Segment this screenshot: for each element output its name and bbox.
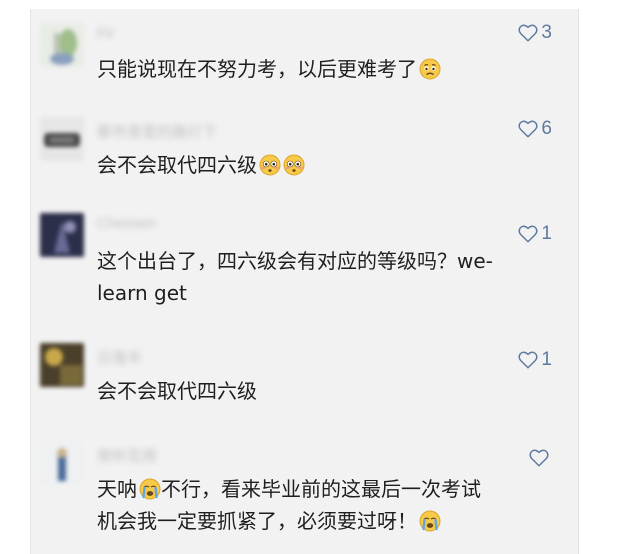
like-button[interactable]: 6 [518, 118, 552, 140]
comment-item: 都市夜里的路灯下 6 会不会取代四六级 [31, 101, 578, 201]
heart-outline-icon [518, 24, 538, 42]
comment-text-line: 机会我一定要抓紧了，必须要过呀！ [97, 505, 547, 537]
comment-item: Fir 3 只能说现在不努力考，以后更难考了 [31, 9, 578, 101]
username[interactable]: Chessen [97, 215, 156, 232]
comment-text: 会不会取代四六级 [97, 375, 547, 407]
like-count: 6 [541, 118, 552, 139]
like-count: 3 [541, 22, 552, 43]
like-count: 1 [541, 349, 552, 370]
avatar[interactable] [40, 213, 84, 257]
comment-text: 这个出台了，四六级会有对应的等级吗？we- learn get [97, 245, 547, 309]
comment-text: 会不会取代四六级 [97, 149, 547, 181]
comment-text-content: 不行，看来毕业前的这最后一次考试 [161, 477, 481, 501]
like-button[interactable]: 3 [518, 22, 552, 44]
comment-text: 天呐 不行，看来毕业前的这最后一次考试 机会我一定要抓紧了，必须要过呀！ [97, 473, 547, 537]
comment-text-line: learn get [97, 281, 187, 305]
username[interactable]: Fir [97, 25, 115, 42]
avatar[interactable] [40, 23, 84, 67]
comment-text-line: 天呐 不行，看来毕业前的这最后一次考试 [97, 473, 547, 505]
heart-outline-icon [518, 351, 538, 369]
like-button[interactable] [529, 449, 552, 467]
avatar[interactable] [40, 343, 84, 387]
username[interactable]: 都市夜里的路灯下 [97, 121, 217, 142]
crying-face-emoji [419, 510, 441, 532]
flushed-face-emoji [283, 154, 305, 176]
flushed-face-emoji [259, 154, 281, 176]
heart-outline-icon [518, 225, 538, 243]
comment-text-content: 只能说现在不努力考，以后更难考了 [97, 57, 417, 81]
comment-item: Chessen 1 这个出台了，四六级会有对应的等级吗？we- learn ge… [31, 201, 578, 331]
like-button[interactable]: 1 [518, 349, 552, 371]
avatar[interactable] [40, 117, 84, 161]
comment-text-line: 这个出台了，四六级会有对应的等级吗？we- [97, 249, 493, 273]
worried-face-emoji [419, 58, 441, 80]
username[interactable]: 日落半 [97, 347, 142, 368]
like-button[interactable]: 1 [518, 223, 552, 245]
comment-text-content: 会不会取代四六级 [97, 379, 257, 403]
comment-item: 日落半 1 会不会取代四六级 [31, 331, 578, 431]
avatar[interactable] [40, 441, 84, 485]
heart-outline-icon [518, 120, 538, 138]
like-count: 1 [541, 223, 552, 244]
comment-text-content: 天呐 [97, 477, 137, 501]
comment-text: 只能说现在不努力考，以后更难考了 [97, 53, 547, 85]
comment-item: 夜听花雨 天呐 不行，看来毕业前的这最后一次考试 机会我一定要抓紧了，必须要过呀！ [31, 431, 578, 554]
heart-outline-icon [529, 449, 549, 467]
comment-text-content: 机会我一定要抓紧了，必须要过呀！ [97, 509, 417, 533]
comment-text-content: 会不会取代四六级 [97, 153, 257, 177]
username[interactable]: 夜听花雨 [97, 445, 157, 466]
comments-panel: Fir 3 只能说现在不努力考，以后更难考了 都市夜里的路灯下 6 会不会取代四… [30, 9, 579, 554]
crying-face-emoji [139, 478, 161, 500]
